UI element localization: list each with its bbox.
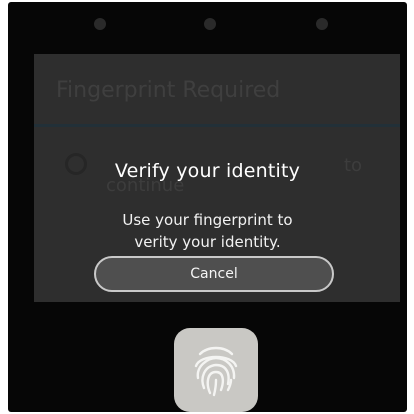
- cancel-button-label: Cancel: [190, 266, 238, 282]
- fingerprint-icon: [194, 346, 238, 397]
- device-screen: Fingerprint Required to continue Verify …: [8, 2, 407, 412]
- prompt-message-line1: Use your fingerprint to: [122, 211, 293, 229]
- prompt-message-line2: verity your identity.: [134, 233, 281, 251]
- prompt-message: Use your fingerprint to verity your iden…: [8, 209, 407, 253]
- cancel-button[interactable]: Cancel: [94, 256, 334, 292]
- prompt-title: Verify your identity: [114, 160, 301, 182]
- fingerprint-sensor-button[interactable]: [174, 328, 258, 412]
